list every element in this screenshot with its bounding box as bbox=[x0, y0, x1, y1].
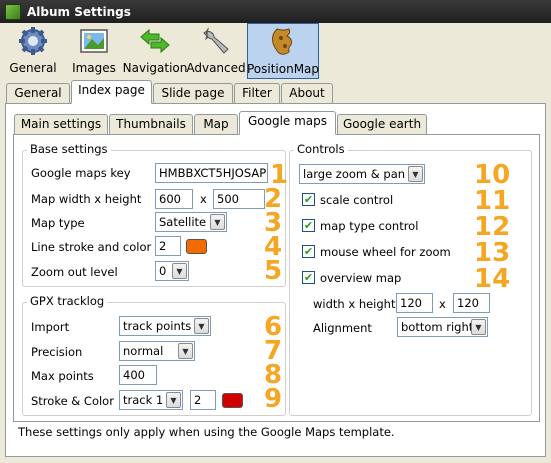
tab-google-earth[interactable]: Google earth bbox=[337, 114, 427, 135]
import-label: Import bbox=[31, 320, 70, 334]
tab-about[interactable]: About bbox=[281, 83, 333, 104]
tab-thumbnails[interactable]: Thumbnails bbox=[109, 114, 193, 135]
gear-icon bbox=[19, 27, 47, 55]
gpx-title: GPX tracklog bbox=[27, 294, 108, 308]
map-size-x: x bbox=[200, 192, 207, 206]
toolbar-images-label: Images bbox=[72, 61, 116, 75]
track-select[interactable]: track 1 ▼ bbox=[119, 390, 183, 410]
google-maps-key-label: Google maps key bbox=[31, 166, 131, 180]
precision-select[interactable]: normal ▼ bbox=[119, 341, 195, 361]
precision-label: Precision bbox=[31, 345, 83, 359]
callout-13: 13 bbox=[474, 238, 511, 268]
tab-general[interactable]: General bbox=[6, 83, 70, 104]
tab-main-settings[interactable]: Main settings bbox=[14, 114, 108, 135]
toolbar-images-button[interactable]: Images bbox=[70, 23, 118, 79]
max-points-input[interactable]: 400 bbox=[119, 365, 157, 385]
overview-width-input[interactable]: 120 bbox=[396, 293, 433, 313]
chevron-down-icon: ▼ bbox=[172, 263, 187, 279]
toolbar-general-label: General bbox=[9, 61, 57, 75]
toolbar-navigation-button[interactable]: Navigation bbox=[122, 23, 188, 79]
app-icon bbox=[5, 3, 21, 20]
callout-10: 10 bbox=[474, 160, 511, 190]
line-stroke-input[interactable]: 2 bbox=[155, 236, 181, 256]
map-type-control-label: map type control bbox=[320, 219, 419, 233]
zoom-out-select[interactable]: 0 ▼ bbox=[155, 261, 189, 281]
chevron-down-icon: ▼ bbox=[210, 214, 225, 230]
map-size-label: Map width x height bbox=[31, 192, 142, 206]
map-type-select[interactable]: Satellite ▼ bbox=[155, 212, 227, 232]
gpx-color-swatch[interactable] bbox=[222, 393, 243, 408]
map-type-value: Satellite bbox=[159, 215, 207, 229]
import-value: track points bbox=[123, 319, 192, 333]
tab-filter[interactable]: Filter bbox=[234, 83, 280, 104]
callout-5: 5 bbox=[264, 256, 283, 286]
callout-9: 9 bbox=[264, 384, 283, 414]
map-icon bbox=[272, 28, 292, 55]
footer-note: These settings only apply when using the… bbox=[18, 425, 395, 439]
callout-11: 11 bbox=[474, 186, 511, 216]
mouse-wheel-label: mouse wheel for zoom bbox=[320, 245, 451, 259]
gpx-stroke-label: Stroke & Color bbox=[31, 394, 114, 408]
google-maps-key-input[interactable]: HMBBXCT5HJOSAP bbox=[155, 163, 268, 183]
toolbar-positionmap-button[interactable]: PositionMap bbox=[247, 23, 319, 79]
map-type-control-checkbox[interactable]: ✔ bbox=[302, 219, 315, 232]
tab-slide-page[interactable]: Slide page bbox=[153, 83, 233, 104]
map-type-label: Map type bbox=[31, 216, 85, 230]
base-settings-title: Base settings bbox=[27, 142, 111, 156]
mouse-wheel-checkbox[interactable]: ✔ bbox=[302, 245, 315, 258]
picture-icon bbox=[80, 29, 108, 53]
arrows-icon bbox=[140, 28, 170, 54]
map-height-input[interactable]: 500 bbox=[213, 189, 265, 209]
tab-google-maps[interactable]: Google maps bbox=[239, 111, 336, 135]
toolbar-positionmap-label: PositionMap bbox=[246, 62, 320, 76]
tab-map[interactable]: Map bbox=[194, 114, 238, 135]
toolbar-navigation-label: Navigation bbox=[122, 61, 188, 75]
title-bar: Album Settings bbox=[0, 0, 551, 23]
zoom-out-label: Zoom out level bbox=[31, 265, 118, 279]
chevron-down-icon: ▼ bbox=[166, 392, 181, 408]
alignment-label: Alignment bbox=[313, 321, 372, 335]
precision-value: normal bbox=[123, 344, 164, 358]
tab-index-page[interactable]: Index page bbox=[71, 80, 152, 104]
map-width-input[interactable]: 600 bbox=[155, 189, 193, 209]
zoom-out-value: 0 bbox=[159, 264, 167, 278]
max-points-label: Max points bbox=[31, 369, 94, 383]
toolbar-advanced-button[interactable]: Advanced bbox=[186, 23, 246, 79]
overview-size-x: x bbox=[439, 297, 446, 311]
zoom-control-select[interactable]: large zoom & pan ▼ bbox=[299, 164, 425, 184]
scale-control-label: scale control bbox=[320, 193, 394, 207]
callout-12: 12 bbox=[474, 212, 511, 242]
overview-map-label: overview map bbox=[320, 271, 402, 285]
toolbar-general-button[interactable]: General bbox=[6, 23, 60, 79]
overview-map-checkbox[interactable]: ✔ bbox=[302, 271, 315, 284]
chevron-down-icon: ▼ bbox=[471, 319, 486, 335]
chevron-down-icon: ▼ bbox=[178, 343, 193, 359]
zoom-control-value: large zoom & pan bbox=[303, 167, 406, 181]
window-title: Album Settings bbox=[27, 4, 131, 19]
chevron-down-icon: ▼ bbox=[194, 318, 209, 334]
overview-height-input[interactable]: 120 bbox=[453, 293, 490, 313]
toolbar-advanced-label: Advanced bbox=[186, 61, 246, 75]
wrench-icon bbox=[203, 27, 229, 54]
alignment-select[interactable]: bottom right ▼ bbox=[397, 317, 488, 337]
import-select[interactable]: track points ▼ bbox=[119, 316, 211, 336]
gpx-stroke-input[interactable]: 2 bbox=[190, 390, 216, 410]
line-color-swatch[interactable] bbox=[186, 239, 207, 254]
track-value: track 1 bbox=[123, 393, 164, 407]
line-stroke-label: Line stroke and color bbox=[31, 240, 152, 254]
chevron-down-icon: ▼ bbox=[408, 166, 423, 182]
scale-control-checkbox[interactable]: ✔ bbox=[302, 193, 315, 206]
alignment-value: bottom right bbox=[401, 320, 474, 334]
controls-title: Controls bbox=[294, 142, 348, 156]
overview-size-label: width x height bbox=[313, 297, 396, 311]
callout-14: 14 bbox=[474, 264, 511, 294]
